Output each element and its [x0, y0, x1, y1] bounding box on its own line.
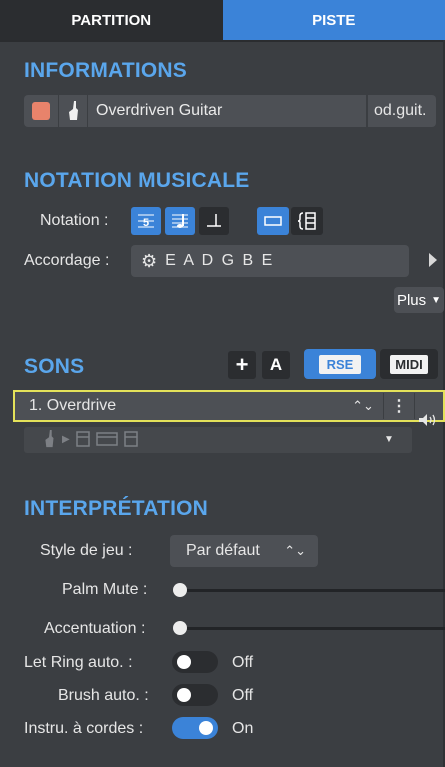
string-instrument-label: Instru. à cordes : — [24, 720, 144, 737]
string-instrument-state: On — [232, 720, 254, 737]
let-ring-label: Let Ring auto. : — [24, 654, 133, 671]
slash-notation-icon[interactable] — [165, 207, 195, 235]
gear-icon: ⚙ — [141, 250, 158, 271]
tuning-field[interactable]: ⚙ E A D G B E — [131, 245, 409, 277]
tuning-label: Accordage : — [24, 252, 110, 269]
sound-name: 1. Overdrive — [29, 397, 117, 414]
svg-text:5: 5 — [143, 217, 149, 229]
let-ring-toggle[interactable] — [172, 651, 218, 673]
add-sound-button[interactable]: + — [228, 351, 256, 379]
tuning-value: E A D G B E — [165, 252, 275, 269]
palm-mute-slider-handle[interactable] — [173, 583, 187, 597]
tab-bar: PARTITION PISTE — [0, 0, 445, 42]
sound-selector[interactable]: 1. Overdrive ⌃⌄ ⋮ — [13, 390, 445, 422]
expand-arrow-icon[interactable] — [428, 252, 438, 273]
divider — [414, 393, 415, 419]
automation-button[interactable]: A — [262, 351, 290, 379]
midi-label: MIDI — [390, 354, 428, 374]
section-title-notation: NOTATION MUSICALE — [24, 169, 250, 192]
play-style-value: Par défaut — [186, 542, 260, 559]
chevron-right-icon: ▶ — [62, 433, 70, 445]
cabinet-icon — [95, 432, 118, 446]
palm-mute-label: Palm Mute : — [62, 581, 148, 598]
let-ring-state: Off — [232, 654, 254, 671]
effect-icon — [123, 431, 138, 447]
accentuation-slider-track[interactable] — [176, 627, 445, 630]
chevron-down-icon: ▼ — [431, 294, 442, 306]
accentuation-label: Accentuation : — [44, 620, 146, 637]
guitar-icon — [45, 430, 54, 448]
track-color-swatch[interactable] — [32, 102, 50, 120]
section-title-informations: INFORMATIONS — [24, 59, 187, 82]
track-short-name-input[interactable]: od.guit. — [366, 95, 436, 127]
chevron-down-icon[interactable]: ▼ — [384, 434, 394, 445]
rse-toggle-button[interactable]: RSE — [304, 349, 376, 379]
track-name-input[interactable]: Overdriven Guitar — [88, 102, 366, 120]
section-title-sons: SONS — [24, 355, 85, 378]
plus-label: Plus — [396, 291, 427, 309]
midi-toggle-button[interactable]: MIDI — [380, 349, 438, 379]
updown-chevron-icon[interactable]: ⌃⌄ — [343, 398, 383, 414]
updown-chevron-icon: ⌃⌄ — [284, 543, 306, 558]
tab-notation-icon[interactable]: 5 — [131, 207, 161, 235]
brush-label: Brush auto. : — [58, 687, 149, 704]
track-info-row: Overdriven Guitar od.guit. — [24, 95, 436, 127]
brush-toggle[interactable] — [172, 684, 218, 706]
string-instrument-toggle[interactable] — [172, 717, 218, 739]
guitar-icon[interactable] — [59, 101, 87, 121]
signal-chain-icons: ▶ — [42, 430, 138, 448]
plus-dropdown-button[interactable]: Plus ▼ — [394, 287, 444, 313]
brush-state: Off — [232, 687, 254, 704]
divider — [412, 427, 413, 453]
tab-piste[interactable]: PISTE — [222, 0, 445, 40]
standard-notation-icon[interactable] — [199, 207, 229, 235]
notation-label: Notation : — [40, 212, 109, 229]
page-view-icon[interactable] — [257, 207, 289, 235]
speaker-icon[interactable] — [418, 413, 438, 432]
amp-icon — [75, 431, 90, 447]
section-title-interpretation: INTERPRÉTATION — [24, 497, 209, 520]
tab-partition[interactable]: PARTITION — [0, 0, 223, 40]
play-style-label: Style de jeu : — [40, 542, 133, 559]
accentuation-slider-handle[interactable] — [173, 621, 187, 635]
palm-mute-slider-track[interactable] — [176, 589, 445, 592]
more-options-icon[interactable]: ⋮ — [384, 396, 414, 416]
play-style-dropdown[interactable]: Par défaut ⌃⌄ — [170, 535, 318, 567]
multi-track-view-icon[interactable] — [291, 207, 323, 235]
rse-label: RSE — [318, 354, 362, 374]
